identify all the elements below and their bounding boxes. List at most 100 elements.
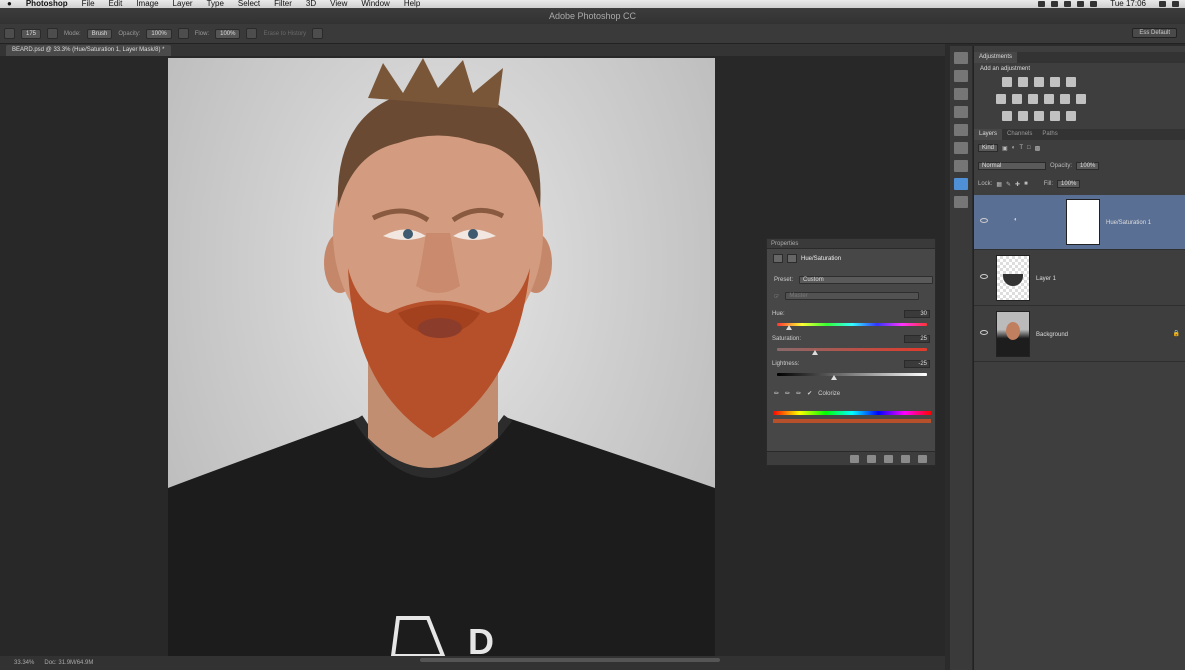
menu-3d[interactable]: 3D (299, 0, 323, 8)
horizontal-scrollbar[interactable] (420, 658, 720, 662)
saturation-input[interactable]: 25 (904, 335, 930, 343)
mode-select[interactable]: Brush (86, 28, 113, 39)
apple-menu-icon[interactable]: ● (0, 0, 19, 8)
filter-pixel-icon[interactable]: ▣ (1002, 145, 1008, 152)
layer-name[interactable]: Background (1036, 332, 1068, 338)
flow-input[interactable]: 100% (215, 28, 241, 39)
invert-icon[interactable] (1002, 111, 1012, 121)
pressure-opacity-icon[interactable] (177, 28, 189, 39)
lock-transparent-icon[interactable]: ▦ (996, 181, 1002, 188)
tab-adjustments[interactable]: Adjustments (974, 52, 1018, 63)
view-previous-icon[interactable] (867, 454, 876, 463)
menu-filter[interactable]: Filter (267, 0, 299, 8)
preset-select[interactable]: Custom (799, 276, 934, 284)
brush-panel-toggle-icon[interactable] (47, 28, 59, 39)
pressure-size-icon[interactable] (312, 28, 324, 39)
menu-edit[interactable]: Edit (102, 0, 130, 8)
eyedropper-add-icon[interactable]: ✏ (785, 390, 790, 397)
character-panel-icon[interactable] (954, 124, 968, 136)
properties-panel-icon[interactable] (954, 178, 968, 190)
targeted-adjustment-hand-icon[interactable]: ☞ (774, 293, 779, 300)
filter-shape-icon[interactable]: □ (1027, 145, 1031, 151)
colorize-checkbox[interactable]: ✔ (807, 390, 812, 397)
layer-thumbnail[interactable] (996, 255, 1030, 301)
layer-thumbnail[interactable] (996, 311, 1030, 357)
menu-view[interactable]: View (323, 0, 354, 8)
black-white-icon[interactable] (1028, 94, 1038, 104)
channel-select[interactable]: Master (785, 292, 920, 300)
selective-color-icon[interactable] (1050, 111, 1060, 121)
menubar-clock[interactable]: Tue 17:06 (1103, 0, 1153, 8)
channel-mixer-icon[interactable] (1060, 94, 1070, 104)
curves-icon[interactable] (1034, 77, 1044, 87)
opacity-input[interactable]: 100% (146, 28, 172, 39)
menu-select[interactable]: Select (231, 0, 267, 8)
brush-panel-icon[interactable] (954, 88, 968, 100)
spotlight-icon[interactable] (1159, 1, 1166, 7)
filter-adjustment-icon[interactable]: ◐ (1012, 145, 1016, 151)
eye-icon[interactable] (980, 274, 988, 279)
workspace-switcher[interactable]: Ess Default (1132, 28, 1177, 38)
wifi-icon[interactable] (1077, 1, 1085, 7)
volume-icon[interactable] (1090, 1, 1098, 7)
brightness-contrast-icon[interactable] (1002, 77, 1012, 87)
tab-layers[interactable]: Layers (974, 129, 1003, 140)
visibility-icon[interactable] (901, 454, 910, 463)
fill-input[interactable]: 100% (1057, 180, 1081, 188)
hue-slider-track[interactable] (777, 323, 927, 326)
erase-history-checkbox[interactable]: Erase to History (263, 31, 306, 37)
lock-position-icon[interactable]: ✚ (1015, 181, 1020, 188)
menu-photoshop[interactable]: Photoshop (19, 0, 75, 8)
filter-type-icon[interactable]: T (1019, 145, 1023, 151)
properties-header[interactable]: Properties (767, 239, 935, 249)
eyedropper-icon[interactable]: ✏ (774, 390, 779, 397)
hue-saturation-adj-icon[interactable] (996, 94, 1006, 104)
mask-icon[interactable] (787, 254, 797, 263)
tab-channels[interactable]: Channels (1002, 129, 1037, 140)
threshold-icon[interactable] (1034, 111, 1044, 121)
menu-file[interactable]: File (75, 0, 102, 8)
photo-canvas[interactable]: D (168, 58, 715, 656)
eye-icon[interactable] (980, 218, 988, 223)
info-panel-icon[interactable] (954, 196, 968, 208)
brush-size-picker[interactable]: 175 (21, 28, 42, 39)
exposure-icon[interactable] (1050, 77, 1060, 87)
posterize-icon[interactable] (1018, 111, 1028, 121)
evernote-icon[interactable] (1051, 1, 1059, 7)
vibrance-icon[interactable] (1066, 77, 1076, 87)
reset-icon[interactable] (884, 454, 893, 463)
lightness-slider-track[interactable] (777, 373, 927, 376)
lightness-slider-thumb[interactable] (831, 375, 837, 380)
layer-row[interactable]: ◐ Hue/Saturation 1 (974, 195, 1185, 250)
color-balance-icon[interactable] (1012, 94, 1022, 104)
eyedropper-subtract-icon[interactable]: ✏ (796, 390, 801, 397)
menu-type[interactable]: Type (200, 0, 231, 8)
levels-icon[interactable] (1018, 77, 1028, 87)
history-panel-icon[interactable] (954, 52, 968, 64)
layer-name[interactable]: Hue/Saturation 1 (1106, 220, 1151, 226)
airbrush-icon[interactable] (246, 28, 258, 39)
clip-to-layer-icon[interactable] (850, 454, 859, 463)
menu-layer[interactable]: Layer (166, 0, 200, 8)
menu-window[interactable]: Window (354, 0, 396, 8)
saturation-slider-thumb[interactable] (811, 350, 818, 355)
brush-presets-icon[interactable] (954, 106, 968, 118)
zoom-level[interactable]: 33.34% (14, 660, 34, 666)
menu-image[interactable]: Image (129, 0, 165, 8)
lock-image-icon[interactable]: ✎ (1006, 181, 1011, 188)
lightness-input[interactable]: -25 (904, 360, 930, 368)
notification-list-icon[interactable] (1172, 1, 1179, 7)
layer-row[interactable]: Layer 1 (974, 251, 1185, 306)
layer-opacity-input[interactable]: 100% (1076, 162, 1100, 170)
layer-row[interactable]: Background 🔒 (974, 307, 1185, 362)
filter-smart-icon[interactable]: ▩ (1035, 145, 1041, 152)
color-lookup-icon[interactable] (1076, 94, 1086, 104)
actions-panel-icon[interactable] (954, 70, 968, 82)
screen-icon[interactable] (1064, 1, 1072, 7)
document-tab[interactable]: BEARD.psd @ 33.3% (Hue/Saturation 1, Lay… (6, 45, 171, 56)
photo-filter-icon[interactable] (1044, 94, 1054, 104)
delete-icon[interactable] (918, 454, 927, 463)
menu-help[interactable]: Help (397, 0, 427, 8)
hue-input[interactable]: 30 (904, 310, 930, 318)
gradient-map-icon[interactable] (1066, 111, 1076, 121)
